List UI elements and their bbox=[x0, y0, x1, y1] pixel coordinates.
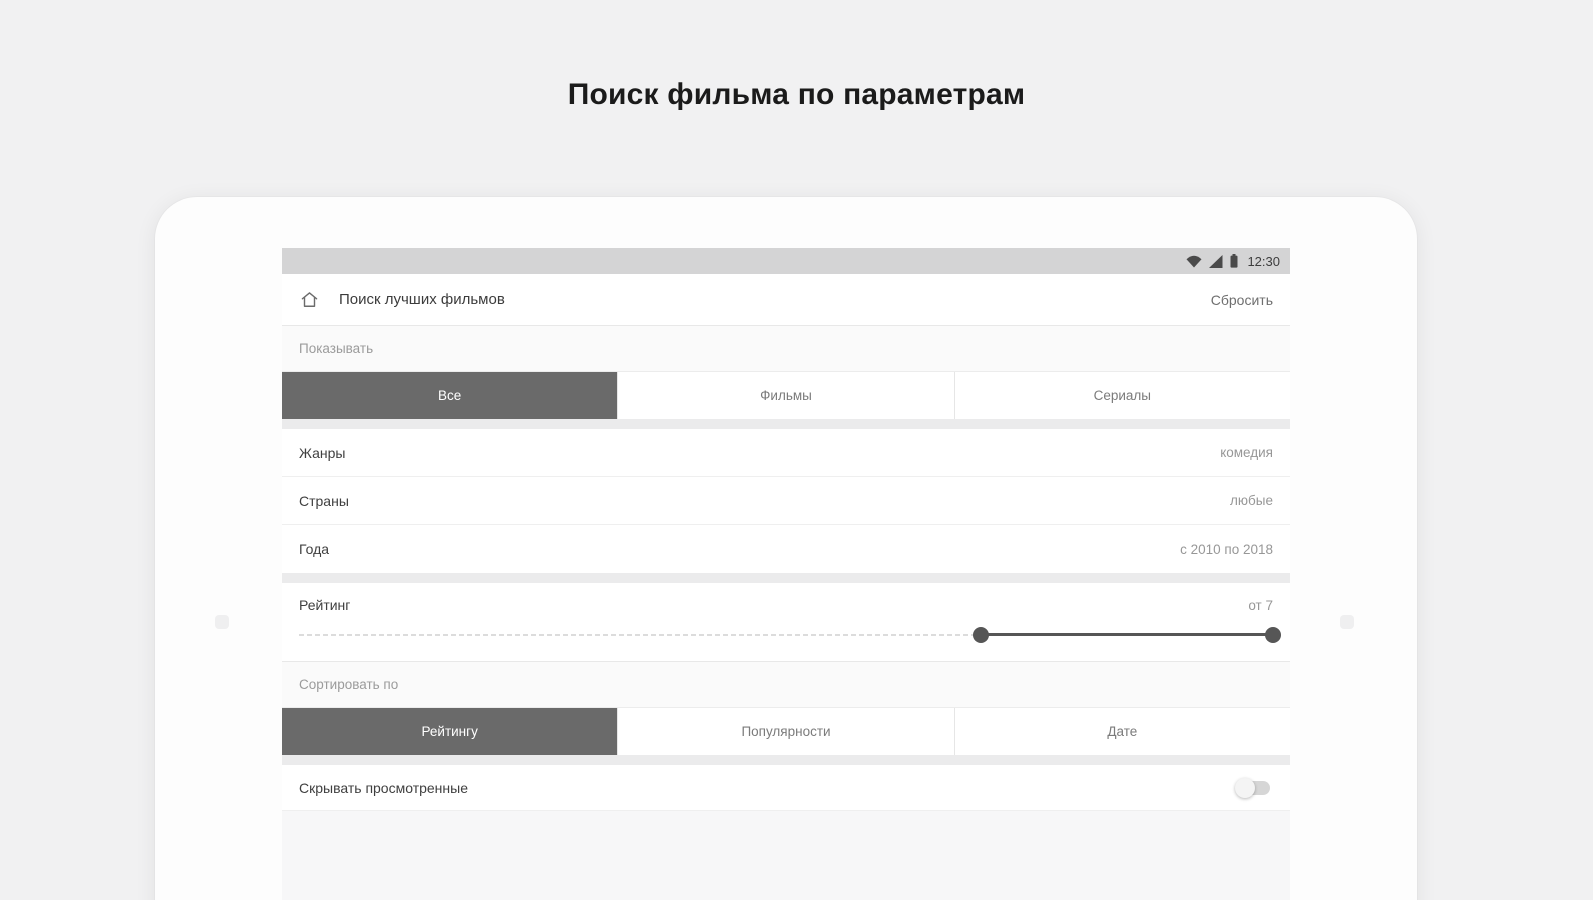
tab-sort-rating[interactable]: Рейтингу bbox=[282, 708, 617, 755]
sort-section-label: Сортировать по bbox=[282, 662, 1290, 708]
tablet-frame: 12:30 Поиск лучших фильмов Сбросить Пока… bbox=[155, 197, 1417, 900]
rating-label: Рейтинг bbox=[299, 597, 350, 613]
tab-series[interactable]: Сериалы bbox=[954, 372, 1290, 419]
page-title: Поиск фильма по параметрам bbox=[0, 78, 1593, 112]
filter-row-label: Жанры bbox=[299, 445, 345, 461]
tab-sort-date[interactable]: Дате bbox=[954, 708, 1290, 755]
status-time: 12:30 bbox=[1247, 254, 1280, 269]
screen-footer-area bbox=[282, 811, 1290, 900]
app-bar: Поиск лучших фильмов Сбросить bbox=[282, 274, 1290, 326]
filter-row-value: с 2010 по 2018 bbox=[1180, 542, 1273, 557]
hide-watched-label: Скрывать просмотренные bbox=[299, 780, 468, 796]
section-gap bbox=[282, 755, 1290, 765]
filter-row-countries[interactable]: Страны любые bbox=[282, 477, 1290, 525]
show-section-label: Показывать bbox=[282, 326, 1290, 372]
filter-row-value: комедия bbox=[1220, 445, 1273, 460]
tablet-camera-dot-left bbox=[215, 615, 229, 629]
filter-row-label: Года bbox=[299, 541, 329, 557]
filter-row-value: любые bbox=[1230, 493, 1273, 508]
slider-handle-max[interactable] bbox=[1265, 627, 1281, 643]
hide-watched-row: Скрывать просмотренные bbox=[282, 765, 1290, 811]
filter-row-label: Страны bbox=[299, 493, 349, 509]
section-gap bbox=[282, 419, 1290, 429]
slider-handle-min[interactable] bbox=[973, 627, 989, 643]
rating-value: от 7 bbox=[1248, 598, 1273, 613]
filter-row-genres[interactable]: Жанры комедия bbox=[282, 429, 1290, 477]
wifi-icon bbox=[1186, 255, 1202, 268]
sort-tabs: Рейтингу Популярности Дате bbox=[282, 708, 1290, 755]
slider-active-range bbox=[981, 633, 1273, 636]
tab-sort-popularity[interactable]: Популярности bbox=[617, 708, 953, 755]
header-title: Поиск лучших фильмов bbox=[339, 291, 505, 308]
rating-slider[interactable] bbox=[299, 617, 1273, 657]
show-tabs: Все Фильмы Сериалы bbox=[282, 372, 1290, 419]
tablet-camera-dot-right bbox=[1340, 615, 1354, 629]
rating-block: Рейтинг от 7 bbox=[282, 583, 1290, 661]
home-icon[interactable] bbox=[299, 290, 320, 310]
battery-icon bbox=[1230, 254, 1238, 268]
cellular-signal-icon bbox=[1209, 255, 1223, 268]
tab-movies[interactable]: Фильмы bbox=[617, 372, 953, 419]
section-gap bbox=[282, 573, 1290, 583]
toggle-knob bbox=[1235, 778, 1255, 798]
tab-all[interactable]: Все bbox=[282, 372, 617, 419]
hide-watched-toggle[interactable] bbox=[1238, 781, 1270, 795]
filter-row-years[interactable]: Года с 2010 по 2018 bbox=[282, 525, 1290, 573]
status-bar: 12:30 bbox=[282, 248, 1290, 274]
reset-button[interactable]: Сбросить bbox=[1211, 292, 1273, 308]
app-screen: 12:30 Поиск лучших фильмов Сбросить Пока… bbox=[282, 248, 1290, 900]
